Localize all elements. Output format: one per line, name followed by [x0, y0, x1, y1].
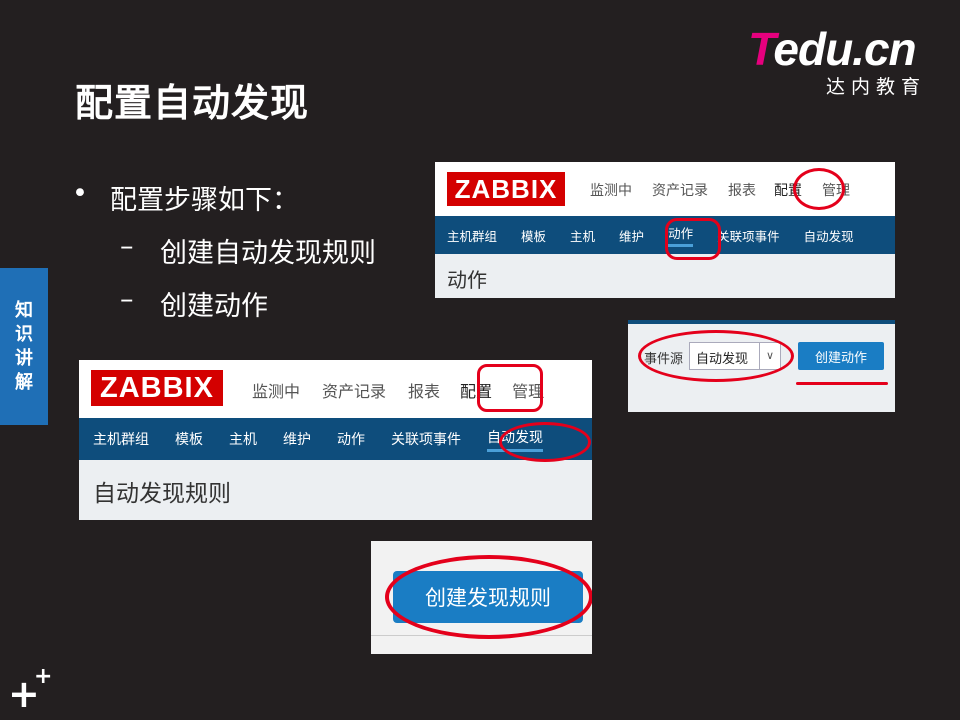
tedu-logo: Tedu.cn 达内教育 — [748, 23, 927, 98]
subnav-maintenance[interactable]: 维护 — [619, 226, 644, 245]
page-title-discovery: 自动发现规则 — [93, 481, 231, 507]
highlight-config — [793, 168, 845, 210]
highlight-config — [477, 364, 543, 412]
bullet-list: 配置步骤如下： –创建自动发现规则 –创建动作 — [72, 178, 376, 323]
subnav-hostgroups[interactable]: 主机群组 — [93, 429, 149, 449]
bullet-sub-2: – 创建动作 — [120, 284, 268, 322]
nav-reports[interactable]: 报表 — [408, 378, 440, 402]
slide-title: 配置自动发现 — [75, 81, 310, 125]
plus-small-icon: + — [34, 664, 53, 689]
zabbix-logo: ZABBIX — [91, 370, 223, 406]
subnav-actions[interactable]: 动作 — [337, 429, 365, 449]
nav-monitoring[interactable]: 监测中 — [590, 180, 632, 200]
bullet-main: 配置步骤如下： — [72, 178, 376, 217]
screenshot-discovery-menu: ZABBIX 监测中 资产记录 报表 配置 管理 主机群组 模板 主机 维护 动… — [79, 360, 592, 520]
subnav-hosts[interactable]: 主机 — [570, 226, 595, 245]
bullet-sub-1: – 创建自动发现规则 — [120, 231, 376, 269]
subnav-discovery[interactable]: 自动发现 — [804, 226, 854, 245]
nav-inventory[interactable]: 资产记录 — [322, 378, 386, 402]
highlight-event-source — [638, 330, 794, 382]
subnav-correlation[interactable]: 关联项事件 — [391, 429, 461, 449]
logo-subtitle: 达内教育 — [826, 76, 927, 98]
screenshot-create-action: 事件源 自动发现 ∨ 创建动作 — [628, 320, 895, 412]
nav-inventory[interactable]: 资产记录 — [652, 180, 708, 200]
subnav-hosts[interactable]: 主机 — [229, 429, 257, 449]
nav-monitoring[interactable]: 监测中 — [252, 378, 300, 402]
highlight-actions — [665, 218, 721, 260]
page-title-actions: 动作 — [447, 268, 487, 292]
subnav-hostgroups[interactable]: 主机群组 — [447, 226, 497, 245]
subnav-templates[interactable]: 模板 — [521, 226, 546, 245]
side-tab: 知 识 讲 解 — [0, 268, 48, 425]
subnav-templates[interactable]: 模板 — [175, 429, 203, 449]
highlight-discovery — [499, 422, 591, 462]
subnav-correlation[interactable]: 关联项事件 — [717, 226, 780, 245]
screenshot-actions-menu: ZABBIX 监测中 资产记录 报表 配置 管理 主机群组 模板 主机 维护 动… — [435, 162, 895, 298]
nav-reports[interactable]: 报表 — [728, 180, 756, 200]
screenshot-create-rule: 创建发现规则 — [371, 541, 592, 654]
zabbix-logo: ZABBIX — [447, 172, 565, 206]
underline-create-action — [796, 382, 888, 385]
highlight-create-rule — [385, 555, 592, 639]
create-action-button[interactable]: 创建动作 — [798, 342, 884, 370]
subnav-maintenance[interactable]: 维护 — [283, 429, 311, 449]
